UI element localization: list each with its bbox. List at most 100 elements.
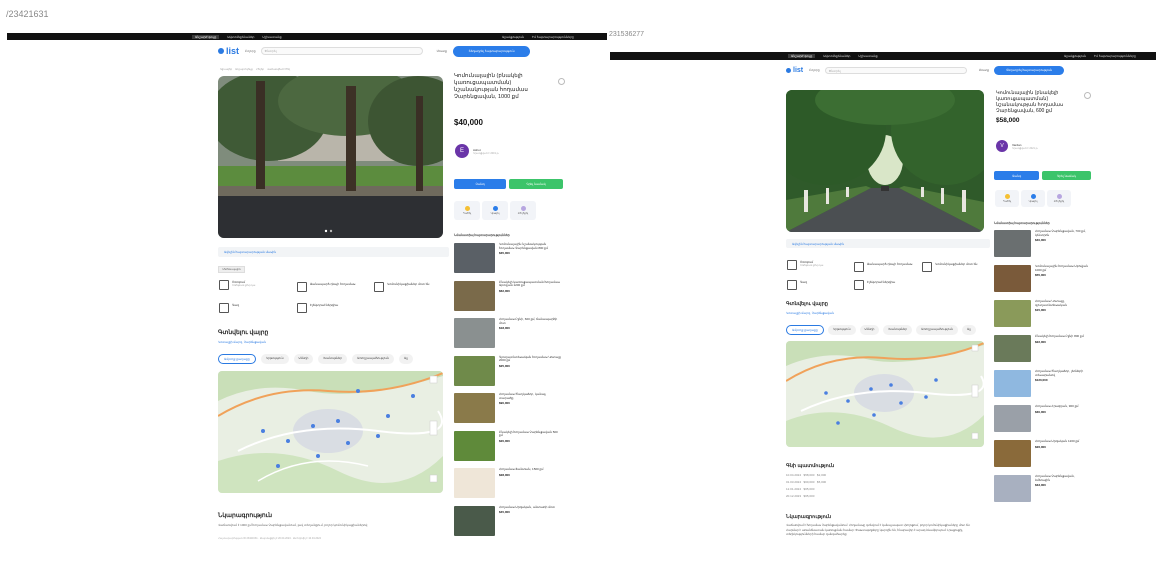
listing-thumbnail (454, 280, 495, 311)
message-button[interactable]: Գրել նամակ (1042, 171, 1091, 180)
similar-listing[interactable]: Հողամաս Կոտայք, գյուղատնտեսական $15,000 (994, 299, 1090, 327)
map-tab[interactable]: Ամբողջ քաղաքը (786, 325, 824, 335)
topbar-my-ads[interactable]: Իմ հայտարարությունները (532, 35, 574, 39)
login-link[interactable]: Մուտք (437, 49, 447, 53)
similar-listing-price: $28,000 (499, 472, 510, 477)
listing-thumbnail (454, 355, 495, 386)
seller-card[interactable]: V Vardan Գրանցված է 2021 թ. (996, 140, 1038, 152)
similar-listing[interactable]: Հողամաս Արզական, անտառի մոտ $45,000 (454, 505, 561, 536)
similar-listing-title: Հողամաս Ծաղկաձոր, լեռների տեսարանով (1035, 369, 1084, 377)
breadcrumb-item[interactable]: Վաճառվում է հող (267, 68, 290, 71)
similar-listing[interactable]: Հողամաս Չարենցավան, ձմեռային $33,000 (994, 474, 1090, 502)
map-tab[interactable]: Առողջապահություն (352, 354, 394, 364)
similar-listing-title: Բնակելի կառուցապատման հողամաս Աբովյան 12… (499, 279, 560, 288)
listing-price: $40,000 (454, 118, 483, 127)
site-logo[interactable]: list (218, 46, 239, 56)
category-select[interactable]: Բոլորը (809, 68, 820, 72)
similar-listing-title: Գյուղատնտեսական հողամաս Կոտայք 2000 քմ (499, 354, 561, 363)
report-action[interactable]: Բողոքել (510, 201, 536, 220)
listing-left: Անշարժ գույք Ավտոմեքենաներ Աշխատանք Աջակ… (7, 33, 607, 566)
search-input[interactable]: Փնտրել (824, 66, 967, 74)
similar-listing[interactable]: Հողամաս Չարենցավան, 700 քմ, կենտրոն $40,0… (994, 229, 1090, 257)
call-button[interactable]: Զանգ (994, 171, 1039, 180)
post-ad-button[interactable]: Տեղադրել հայտարարություն (453, 45, 531, 57)
map-tab[interactable]: Սննդի (859, 325, 880, 335)
topbar-support[interactable]: Աջակցություն (1064, 54, 1086, 58)
heart-icon[interactable] (1084, 92, 1091, 99)
flag-icon (520, 206, 526, 211)
seller-since: Գրանցված է 2019 թ. (473, 151, 500, 155)
address[interactable]: Կոտայքի մարզ, Չարենցավան (786, 311, 834, 315)
topbar-item[interactable]: Աշխատանք (262, 35, 281, 39)
search-input[interactable]: Փնտրել (260, 47, 423, 55)
similar-listing[interactable]: Գյուղատնտեսական հողամաս Կոտայք 2000 քմ $2… (454, 354, 561, 386)
table-row: 10.04.2024 $58,000 $2,000 (786, 473, 827, 477)
location-map[interactable] (786, 341, 984, 447)
location-map[interactable] (218, 371, 443, 493)
similar-listing-price: $40,000 (1035, 238, 1046, 243)
info-bar[interactable]: Ավելին հայտարարության մասին (218, 247, 449, 257)
table-row: 12.01.2024 $65,000 (786, 487, 815, 491)
topbar-my-ads[interactable]: Իմ հայտարարությունները (1094, 54, 1136, 58)
category-select[interactable]: Բոլորը (245, 49, 256, 53)
similar-listing[interactable]: Հողամաս Արզական 1200 քմ $26,000 (994, 439, 1090, 467)
topbar-support[interactable]: Աջակցություն (502, 35, 524, 39)
similar-listing[interactable]: Կոմունալային հողամաս Աբովյան 1000 քմ $55,… (994, 264, 1090, 292)
similar-listing-price: $22,000 (1035, 339, 1046, 344)
feature-item: Ոռոգում Ոռոգման ջուր կա (219, 280, 255, 290)
similar-listing[interactable]: Բնակելի կառուցապատման հողամաս Աբովյան 12… (454, 279, 561, 311)
heart-icon[interactable] (558, 78, 565, 85)
topbar-item[interactable]: Ավտոմեքենաներ (227, 35, 254, 39)
call-button[interactable]: Զանգ (454, 179, 506, 189)
description-title: Նկարագրություն (786, 514, 832, 520)
save-action[interactable]: Պահել (454, 201, 480, 220)
report-action[interactable]: Բողոքել (1047, 190, 1071, 207)
similar-listing[interactable]: Հողամաս Ծաղկաձոր, կանաչ տարածք $90,000 (454, 392, 561, 423)
map-tab[interactable]: Կրթություն (827, 325, 856, 335)
share-action[interactable]: Կիսվել (1021, 190, 1045, 207)
topbar-item[interactable]: Աշխատանք (858, 54, 877, 58)
breadcrumb-item[interactable]: Գլխավոր (220, 68, 232, 71)
photo-gallery[interactable] (218, 76, 443, 238)
map-tab[interactable]: Ամբողջ քաղաքը (218, 354, 256, 364)
similar-listing-price: $33,000 (1035, 483, 1046, 488)
listing-thumbnail (994, 440, 1031, 467)
listing-price: $58,000 (996, 117, 1020, 124)
photo-gallery[interactable] (786, 90, 984, 232)
map-tab[interactable]: Սննդի (293, 354, 314, 364)
message-button[interactable]: Գրել նամակ (509, 179, 563, 189)
info-bar[interactable]: Ավելին հայտարարության մասին (786, 239, 990, 248)
map-tab[interactable]: Այլ (961, 325, 976, 335)
breadcrumb-item[interactable]: Հողեր (256, 68, 264, 71)
seller-card[interactable]: E Ashot Գրանցված է 2019 թ. (455, 144, 499, 158)
topbar-item[interactable]: Անշարժ գույք (192, 34, 220, 39)
share-action[interactable]: Կիսվել (482, 201, 508, 220)
site-logo[interactable]: list (786, 67, 803, 74)
similar-listing[interactable]: Հողամաս Հրազդան, 900 քմ $30,000 (994, 404, 1090, 432)
star-icon (1004, 194, 1010, 199)
similar-listing[interactable]: Հողամաս Ծաղկաձոր, լեռների տեսարանով $120,… (994, 369, 1090, 397)
topbar-item[interactable]: Ավտոմեքենաներ (823, 54, 850, 58)
map-tab[interactable]: Խանութներ (883, 325, 913, 335)
map-tab[interactable]: Կրթություն (260, 354, 289, 364)
similar-listing[interactable]: Հողամաս Բջնի, 600 քմ, ճանապարհի մոտ $18,0… (454, 317, 561, 348)
map-tab[interactable]: Այլ (398, 354, 413, 364)
similar-listing[interactable]: Կոմունալային նշանակության հողամաս Չարենց… (454, 242, 561, 273)
similar-listing[interactable]: Բնակելի հողամաս Բջնի 800 քմ $22,000 (994, 334, 1090, 362)
listing-thumbnail (454, 505, 495, 536)
similar-listing-price: $20,000 (499, 438, 510, 443)
similar-listing[interactable]: Հողամաս Ֆանտան, 1500 քմ $28,000 (454, 467, 561, 498)
site-header: list Բոլորը Փնտրել Մուտք Տեղադրել հայտար… (218, 45, 568, 57)
topbar-item[interactable]: Անշարժ գույք (788, 54, 816, 58)
share-icon (492, 206, 498, 211)
map-tab[interactable]: Առողջապահություն (916, 325, 958, 335)
breadcrumb-item[interactable]: Անշարժ գույք (235, 68, 253, 71)
map-tab[interactable]: Խանութներ (318, 354, 348, 364)
address[interactable]: Կոտայքի մարզ, Չարենցավան (218, 340, 266, 344)
road-icon (297, 282, 307, 292)
gas-icon (787, 280, 797, 290)
login-link[interactable]: Մուտք (979, 68, 989, 72)
similar-listing[interactable]: Բնակելի հողամաս Չարենցավան 500 քմ $20,000 (454, 430, 561, 461)
post-ad-button[interactable]: Տեղադրել հայտարարություն (994, 65, 1065, 75)
save-action[interactable]: Պահել (995, 190, 1019, 207)
